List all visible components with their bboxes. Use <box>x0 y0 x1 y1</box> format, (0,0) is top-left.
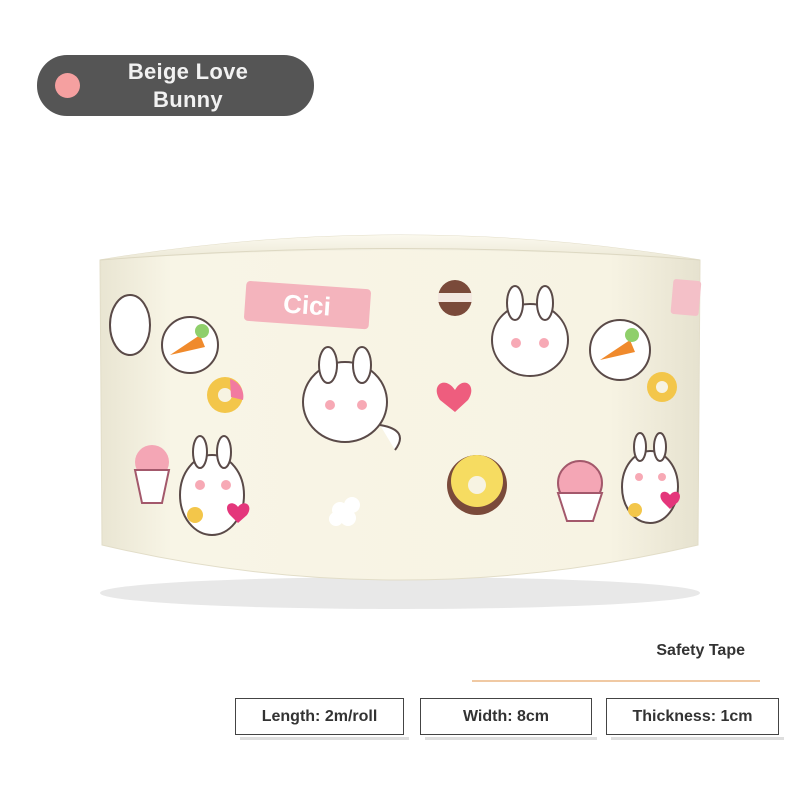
carrot-icon <box>161 316 219 374</box>
spec-thickness: Thickness: 1cm <box>606 698 784 740</box>
donut-icon <box>447 455 507 515</box>
spec-width: Width: 8cm <box>420 698 597 740</box>
carrot-icon <box>589 319 651 381</box>
variant-label: Beige Love Bunny <box>95 58 281 114</box>
cupcake-icon <box>133 445 171 504</box>
bunny-icon <box>109 294 151 356</box>
subtitle-area: Safety Tape <box>465 632 775 692</box>
color-swatch-dot <box>55 73 80 98</box>
tape-roll-icon: Cici <box>99 234 702 609</box>
product-subtitle: Safety Tape <box>656 642 745 659</box>
cupcake-icon <box>556 460 604 522</box>
subtitle-underline <box>472 680 760 682</box>
tape-roll-image: Cici <box>90 215 715 610</box>
cookie-icon <box>438 280 472 316</box>
cici-text: Cici <box>282 288 332 321</box>
donut-icon <box>647 372 677 402</box>
variant-label-line1: Beige Love <box>127 59 249 84</box>
spec-length: Length: 2m/roll <box>235 698 409 740</box>
cici-label-partial <box>670 279 702 316</box>
variant-label-line2: Bunny <box>153 87 223 112</box>
